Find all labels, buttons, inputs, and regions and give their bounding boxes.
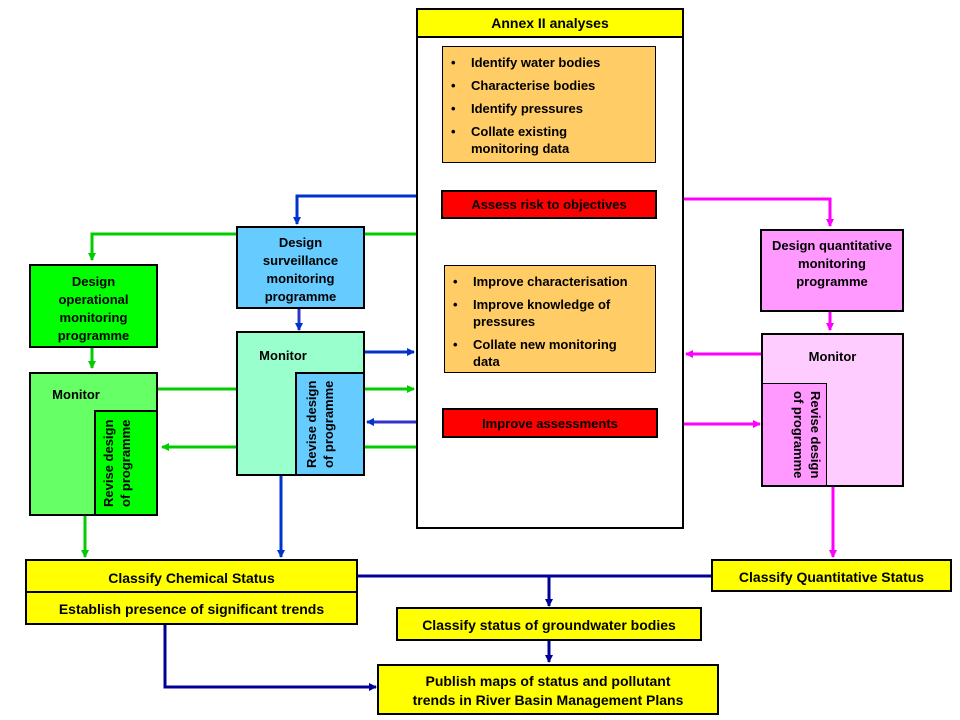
surveillance-monitor-label: Monitor [259, 348, 307, 363]
operational-revise-box: Revise design of programme [94, 410, 158, 516]
classify-chemical-box: Classify Chemical Status [25, 559, 358, 593]
trends-label: Establish presence of significant trends [58, 601, 325, 617]
improve-steps-box: Improve characterisation Improve knowled… [444, 265, 656, 373]
annex-title: Annex II analyses [491, 15, 609, 31]
improve-item: Collate new monitoring data [445, 336, 638, 370]
classify-quantitative-label: Classify Quantitative Status [738, 569, 925, 585]
quantitative-design-box: Design quantitative monitoring programme [760, 229, 904, 312]
step-item: Characterise bodies [443, 77, 655, 94]
assess-risk-label: Assess risk to objectives [471, 197, 627, 212]
step-item: Identify pressures [443, 100, 655, 117]
operational-design-box: Design operational monitoring programme [29, 264, 158, 348]
classify-groundwater-box: Classify status of groundwater bodies [396, 607, 702, 641]
publish-maps-line1: Publish maps of status and pollutant [425, 673, 671, 689]
publish-maps-box: Publish maps of status and pollutant tre… [377, 664, 719, 715]
assess-risk-box: Assess risk to objectives [441, 190, 657, 219]
arrow-main-to-quantitative [683, 197, 834, 227]
quantitative-revise-label: Revise design of programme [791, 391, 823, 479]
operational-design-label: Design operational monitoring programme [57, 274, 130, 343]
improve-assessments-label: Improve assessments [482, 416, 618, 431]
step-item: Collate existing monitoring data [443, 123, 601, 157]
initial-steps-list: Identify water bodies Characterise bodie… [443, 54, 655, 157]
quantitative-design-label: Design quantitative monitoring programme [772, 238, 892, 289]
surveillance-revise-box: Revise design of programme [295, 372, 365, 476]
trends-box: Establish presence of significant trends [25, 591, 358, 625]
improve-item: Improve characterisation [445, 273, 655, 290]
surveillance-design-box: Design surveillance monitoring programme [236, 226, 365, 309]
classify-groundwater-label: Classify status of groundwater bodies [422, 617, 676, 633]
quantitative-revise-box: Revise design of programme [761, 383, 827, 487]
annex-title-box: Annex II analyses [416, 8, 684, 38]
improve-item: Improve knowledge of pressures [445, 296, 633, 330]
improve-assessments-box: Improve assessments [442, 408, 658, 438]
quantitative-monitor-label: Monitor [808, 349, 857, 364]
arrow-trends-to-publish [163, 624, 377, 691]
improve-steps-list: Improve characterisation Improve knowled… [445, 273, 655, 370]
initial-steps-box: Identify water bodies Characterise bodie… [442, 46, 656, 163]
step-item: Identify water bodies [443, 54, 655, 71]
operational-monitor-label: Monitor [52, 387, 100, 402]
surveillance-design-label: Design surveillance monitoring programme [262, 235, 339, 304]
operational-revise-label: Revise design of programme [101, 419, 133, 507]
surveillance-revise-label: Revise design of programme [304, 380, 336, 468]
publish-maps-line2: trends in River Basin Management Plans [412, 692, 684, 708]
arrow-main-to-surveillance [293, 194, 416, 225]
classify-chemical-label: Classify Chemical Status [108, 570, 275, 586]
classify-quantitative-box: Classify Quantitative Status [711, 559, 952, 592]
